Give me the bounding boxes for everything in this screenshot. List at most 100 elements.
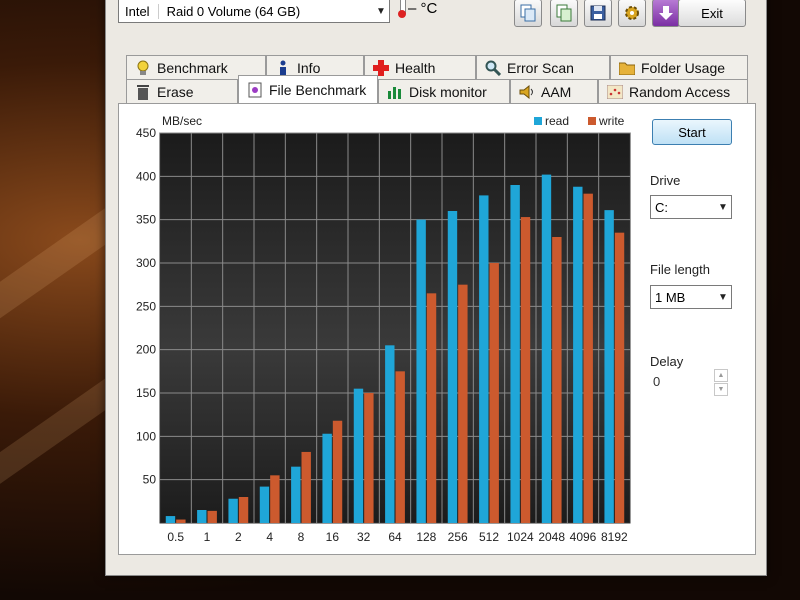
- y-tick-label: 150: [136, 386, 156, 400]
- copy-text-button[interactable]: [514, 0, 542, 27]
- read-bar: [573, 186, 583, 523]
- delay-label: Delay: [650, 354, 684, 369]
- tab-erase[interactable]: Erase: [126, 79, 238, 103]
- x-tick-label: 16: [326, 530, 340, 544]
- read-bar: [604, 210, 614, 523]
- legend-swatch-write: [588, 117, 596, 125]
- drive-selector[interactable]: Intel Raid 0 Volume (64 GB) ▼: [118, 0, 390, 23]
- legend-label-write: write: [598, 114, 625, 128]
- spin-up-icon[interactable]: ▲: [714, 369, 728, 382]
- x-tick-label: 8192: [601, 530, 628, 544]
- x-tick-label: 64: [388, 530, 402, 544]
- drive-name: Raid 0 Volume (64 GB): [166, 3, 301, 19]
- y-tick-label: 350: [136, 213, 156, 227]
- file-length-label: File length: [650, 262, 710, 277]
- x-tick-label: 128: [416, 530, 436, 544]
- exit-button[interactable]: Exit: [678, 0, 746, 27]
- trash-icon: [135, 84, 151, 100]
- tab-aam[interactable]: AAM: [510, 79, 598, 103]
- write-bar: [238, 497, 249, 523]
- delay-value: 0: [653, 373, 661, 389]
- tab-label: Random Access: [629, 83, 731, 100]
- tab-folder-usage[interactable]: Folder Usage: [610, 55, 748, 79]
- write-bar: [332, 420, 343, 523]
- read-bar: [165, 516, 176, 523]
- magnifier-icon: [485, 60, 501, 76]
- benchmark-chart: 50100150200250300350400450MB/sec0.5 1 2 4 8 1…: [136, 114, 631, 544]
- x-tick-label: 0.5: [167, 530, 184, 544]
- tab-label: Info: [297, 59, 321, 76]
- write-bar: [583, 193, 593, 523]
- spin-down-icon[interactable]: ▼: [714, 383, 728, 396]
- thermometer-icon: [398, 0, 406, 19]
- write-bar: [458, 284, 468, 523]
- copy-image-button[interactable]: [550, 0, 578, 27]
- gear-icon: [625, 6, 639, 20]
- tab-label: AAM: [541, 83, 572, 100]
- write-bar: [270, 475, 280, 523]
- read-bar: [322, 433, 332, 523]
- tab-health[interactable]: Health: [364, 55, 476, 79]
- tab-label: Benchmark: [157, 59, 228, 76]
- save-button[interactable]: [584, 0, 612, 27]
- write-bar: [614, 232, 625, 523]
- x-tick-label: 4: [266, 530, 273, 544]
- temperature-value: – °C: [408, 0, 438, 17]
- drive-label: Drive: [650, 173, 681, 188]
- x-tick-label: 4096: [570, 530, 597, 544]
- tab-label: Disk monitor: [409, 83, 487, 100]
- lightbulb-icon: [135, 60, 151, 76]
- read-bar: [447, 211, 458, 523]
- write-bar: [364, 393, 374, 523]
- tab-disk-monitor[interactable]: Disk monitor: [378, 79, 510, 103]
- copy-image-icon: [556, 4, 572, 22]
- file-length-dropdown[interactable]: 1 MB ▼: [650, 285, 732, 309]
- app-window: Intel Raid 0 Volume (64 GB) ▼ – °C Exit …: [105, 0, 767, 576]
- copy-text-icon: [520, 4, 536, 22]
- red-cross-icon: [373, 59, 389, 76]
- x-tick-label: 32: [357, 530, 371, 544]
- bar-chart-icon: [387, 84, 403, 100]
- y-tick-label: 100: [136, 429, 156, 443]
- drive-dropdown[interactable]: C: ▼: [650, 195, 732, 219]
- x-tick-label: 1024: [507, 530, 534, 544]
- legend-label-read: read: [545, 114, 569, 128]
- spinner-arrows[interactable]: ▲ ▼: [714, 369, 728, 396]
- toolbar: Intel Raid 0 Volume (64 GB) ▼ – °C Exit: [106, 0, 766, 41]
- temperature-readout: – °C: [398, 0, 437, 19]
- read-bar: [510, 185, 520, 523]
- write-bar: [301, 451, 311, 523]
- x-tick-label: 2: [235, 530, 242, 544]
- download-button[interactable]: [652, 0, 680, 27]
- tab-label: Error Scan: [507, 59, 574, 76]
- write-bar: [552, 237, 562, 523]
- write-bar: [520, 217, 531, 524]
- speaker-icon: [519, 84, 535, 100]
- read-bar: [228, 498, 238, 523]
- info-icon: [275, 60, 291, 76]
- write-bar: [489, 263, 499, 523]
- folder-icon: [619, 60, 635, 76]
- chevron-down-icon[interactable]: ▼: [715, 287, 731, 307]
- tab-error-scan[interactable]: Error Scan: [476, 55, 610, 79]
- start-button[interactable]: Start: [652, 119, 732, 145]
- chevron-down-icon[interactable]: ▼: [715, 197, 731, 217]
- x-tick-label: 2048: [538, 530, 565, 544]
- tab-random-access[interactable]: Random Access: [598, 79, 748, 103]
- y-tick-label: 200: [136, 343, 156, 357]
- read-bar: [259, 486, 270, 523]
- floppy-disk-icon: [590, 5, 606, 21]
- write-bar: [207, 510, 217, 523]
- tab-label: Erase: [157, 83, 194, 100]
- delay-spinner[interactable]: 0 ▲ ▼: [650, 369, 730, 396]
- options-button[interactable]: [618, 0, 646, 27]
- y-tick-label: 450: [136, 126, 156, 140]
- drive-value: C:: [655, 199, 668, 215]
- tab-file-benchmark[interactable]: File Benchmark: [238, 75, 378, 103]
- chevron-down-icon[interactable]: ▼: [373, 1, 389, 21]
- file-length-value: 1 MB: [655, 289, 686, 305]
- write-bar: [426, 293, 437, 523]
- tab-label: Folder Usage: [641, 59, 726, 76]
- read-bar: [197, 510, 207, 523]
- y-tick-label: 400: [136, 169, 156, 183]
